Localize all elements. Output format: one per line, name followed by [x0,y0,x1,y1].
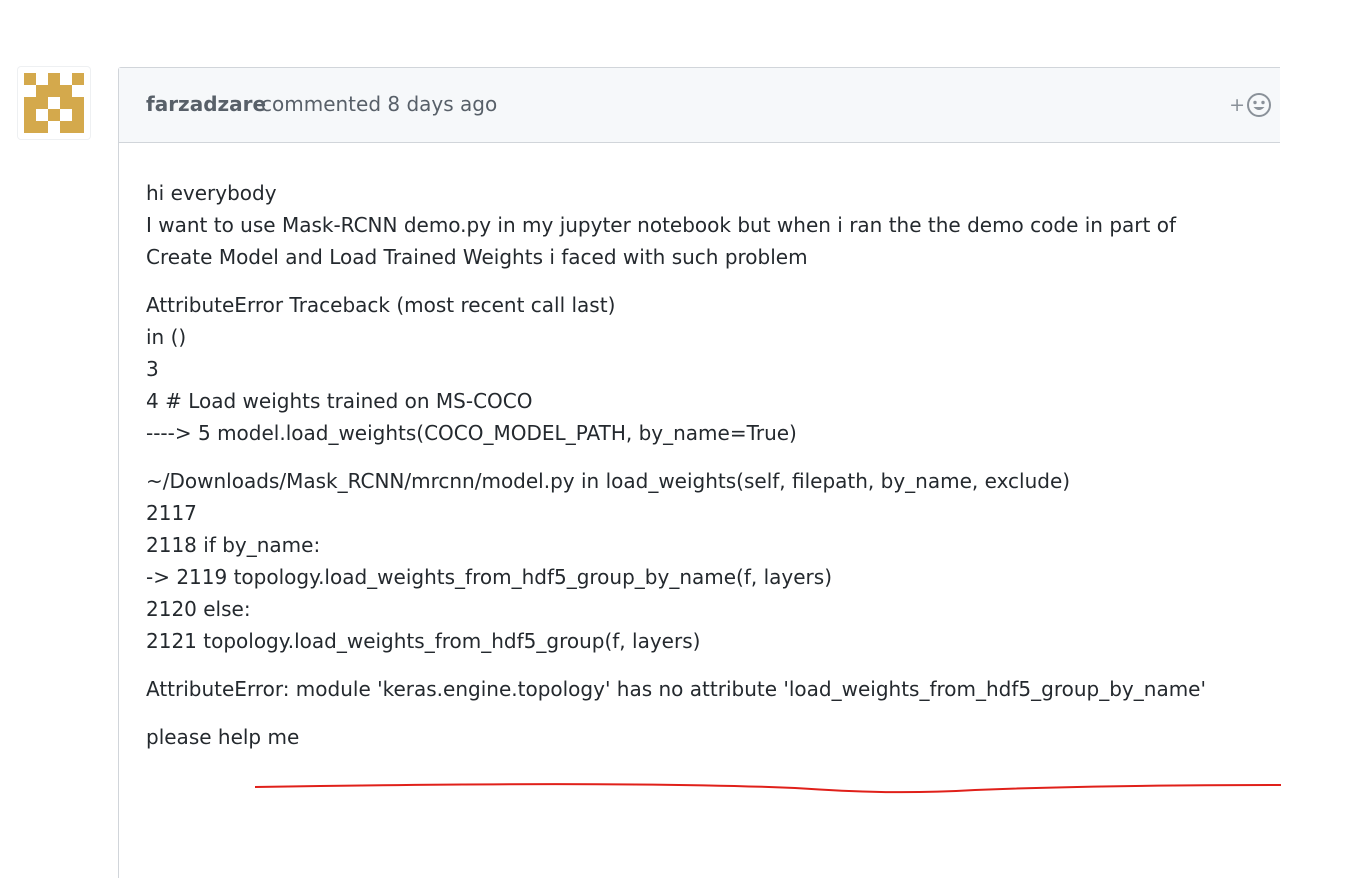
identicon-cell [72,121,84,133]
traceback-line: 2121 topology.load_weights_from_hdf5_gro… [146,629,701,653]
comment-header: farzadzare commented 8 days ago + [119,68,1280,143]
identicon-cell [36,121,48,133]
comment-body: hi everybody I want to use Mask-RCNN dem… [146,177,1266,753]
identicon-cell [24,109,36,121]
identicon-cell [48,85,60,97]
add-reaction-button[interactable]: + [1229,90,1272,120]
identicon-cell [60,97,72,109]
traceback-line: ~/Downloads/Mask_RCNN/mrcnn/model.py in … [146,469,1071,493]
smiley-icon [1247,93,1271,117]
identicon-cell [72,73,84,85]
issue-comment-page: farzadzare commented 8 days ago + hi eve… [0,0,1355,878]
avatar[interactable] [18,67,90,139]
identicon-cell [36,85,48,97]
identicon-cell [72,109,84,121]
traceback-line: -> 2119 topology.load_weights_from_hdf5_… [146,565,832,589]
body-line: I want to use Mask-RCNN demo.py in my ju… [146,213,1176,237]
identicon-cell [24,121,36,133]
comment-timestamp[interactable]: commented 8 days ago [261,92,497,116]
body-line: hi everybody [146,181,277,205]
traceback-line: in () [146,325,187,349]
closing-line: please help me [146,725,300,749]
identicon-cell [48,109,60,121]
identicon-cell [36,97,48,109]
identicon-cell [72,97,84,109]
traceback-line: AttributeError Traceback (most recent ca… [146,293,616,317]
identicon-cell [60,121,72,133]
traceback-line: 4 # Load weights trained on MS-COCO [146,389,533,413]
traceback-line: ----> 5 model.load_weights(COCO_MODEL_PA… [146,421,797,445]
traceback-line: 2120 else: [146,597,251,621]
traceback-line: 2117 [146,501,197,525]
identicon-cell [24,73,36,85]
traceback-line: 2118 if by_name: [146,533,321,557]
comment-author-link[interactable]: farzadzare [146,92,266,116]
error-message-line: AttributeError: module 'keras.engine.top… [146,677,1206,701]
red-underline-annotation [254,783,1282,794]
body-line: Create Model and Load Trained Weights i … [146,245,808,269]
identicon-cell [24,97,36,109]
reaction-plus-label: + [1229,94,1245,116]
comment-box: farzadzare commented 8 days ago + hi eve… [118,67,1282,878]
identicon-cell [60,85,72,97]
traceback-line: 3 [146,357,159,381]
identicon-cell [48,73,60,85]
